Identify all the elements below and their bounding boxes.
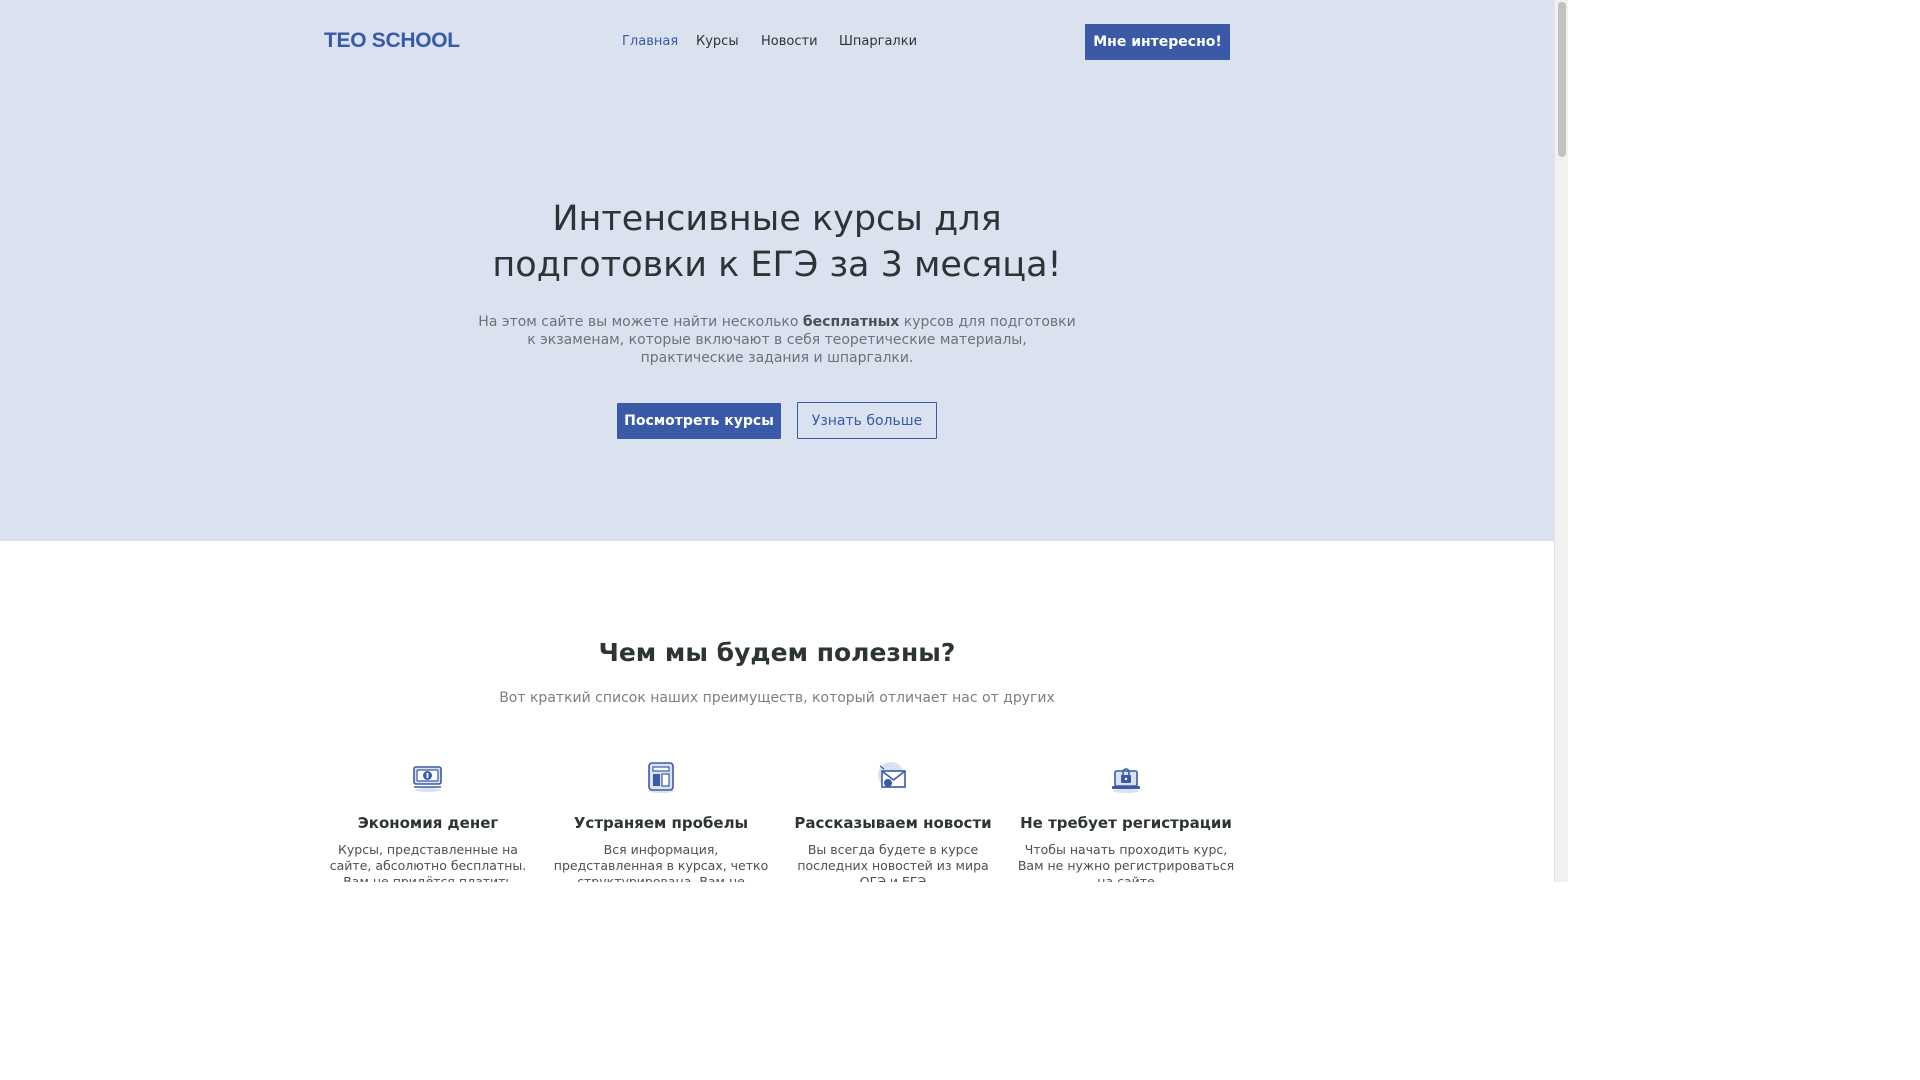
view-courses-button[interactable]: Посмотреть курсы: [617, 403, 781, 439]
hero-section: TEO SCHOOL Главная Курсы Новости Шпаргал…: [0, 0, 1554, 541]
scrollbar-thumb[interactable]: [1558, 2, 1566, 157]
book-icon: [648, 762, 674, 793]
benefits-title: Чем мы будем полезны?: [598, 638, 956, 667]
benefit-text: Чтобы начать проходить курс, Вам не нужн…: [1017, 842, 1235, 882]
nav-link-cheatsheets[interactable]: Шпаргалки: [839, 34, 917, 49]
hero-text-bold: бесплатных: [802, 314, 900, 330]
benefit-card: Экономия денег Курсы, представленные на …: [318, 760, 538, 882]
benefit-text: Вы всегда будете в курсе последних новос…: [797, 842, 989, 882]
nav-link-home[interactable]: Главная: [622, 34, 678, 49]
hero-description: На этом сайте вы можете найти несколько …: [477, 313, 1077, 367]
benefit-card: Устраняем пробелы Вся информация, предст…: [551, 760, 771, 882]
hero-title: Интенсивные курсы для подготовки к ЕГЭ з…: [427, 196, 1127, 288]
main-nav: Главная Курсы Новости Шпаргалки: [0, 34, 1554, 54]
hero-title-line-1: Интенсивные курсы для: [552, 199, 1002, 239]
benefit-title: Не требует регистрации: [1020, 814, 1232, 832]
mail-icon: [878, 762, 906, 788]
hero-text-part-1: На этом сайте вы можете найти несколько: [478, 314, 803, 330]
benefit-title: Устраняем пробелы: [573, 814, 749, 832]
page-scrollbar[interactable]: [1554, 0, 1568, 882]
benefits-subtitle: Вот краткий список наших преимуществ, ко…: [499, 690, 1055, 706]
lock-laptop-icon: [1112, 768, 1140, 793]
benefit-title: Рассказываем новости: [794, 814, 992, 832]
benefit-text: Курсы, представленные на сайте, абсолютн…: [329, 842, 527, 882]
benefit-card: Не требует регистрации Чтобы начать прох…: [1016, 760, 1236, 882]
hero-title-line-2: подготовки к ЕГЭ за 3 месяца!: [492, 245, 1062, 285]
benefit-card: Рассказываем новости Вы всегда будете в …: [783, 760, 1003, 882]
benefit-title: Экономия денег: [357, 814, 499, 832]
money-icon: [413, 766, 442, 792]
benefit-text: Вся информация, представленная в курсах,…: [553, 842, 769, 882]
learn-more-button[interactable]: Узнать больше: [797, 402, 937, 439]
nav-link-courses[interactable]: Курсы: [696, 34, 739, 49]
nav-link-news[interactable]: Новости: [761, 34, 818, 49]
page: TEO SCHOOL Главная Курсы Новости Шпаргал…: [0, 0, 1554, 882]
interested-button[interactable]: Мне интересно!: [1085, 24, 1230, 60]
